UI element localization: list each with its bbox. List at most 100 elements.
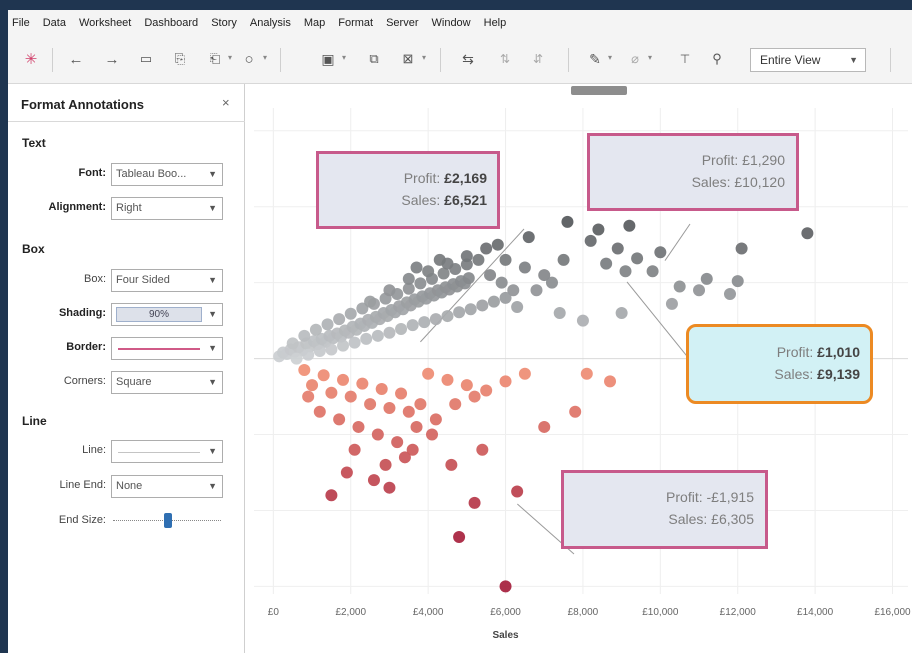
scatter-point[interactable] xyxy=(333,413,346,426)
scatter-point[interactable] xyxy=(460,250,473,263)
new-worksheet-dropdown-icon[interactable]: ▾ xyxy=(342,53,346,62)
back-arrow-icon[interactable]: ← xyxy=(64,48,88,70)
sort-ascending-icon[interactable]: ⇅ xyxy=(493,48,517,70)
add-datasource-icon[interactable]: ⎘ xyxy=(168,48,192,70)
scatter-point[interactable] xyxy=(344,390,357,403)
swap-icon[interactable]: ⇆ xyxy=(456,48,480,70)
group-icon[interactable]: ⌀ xyxy=(624,48,646,70)
scatter-point[interactable] xyxy=(580,367,593,380)
scatter-point[interactable] xyxy=(731,275,744,288)
scatter-point[interactable] xyxy=(313,345,326,357)
end-size-slider-thumb[interactable] xyxy=(164,513,172,528)
scatter-point[interactable] xyxy=(367,474,380,487)
scatter-point[interactable] xyxy=(445,458,458,471)
scatter-point[interactable] xyxy=(462,272,475,285)
scatter-point[interactable] xyxy=(453,306,466,319)
duplicate-icon[interactable]: ⧉ xyxy=(362,48,386,70)
view-size-select[interactable]: Entire View ▼ xyxy=(750,48,866,72)
scatter-point[interactable] xyxy=(491,238,504,251)
scatter-point[interactable] xyxy=(499,253,512,266)
scatter-point[interactable] xyxy=(557,253,570,266)
clear-sheet-icon[interactable]: ⊠ xyxy=(396,48,420,70)
scatter-point[interactable] xyxy=(286,337,299,350)
annotation-box[interactable]: Profit: -£1,915 Sales: £6,305 xyxy=(561,470,768,549)
scatter-point[interactable] xyxy=(499,580,512,593)
scatter-point[interactable] xyxy=(518,261,531,274)
scatter-point[interactable] xyxy=(646,265,659,278)
scatter-point[interactable] xyxy=(487,295,500,308)
scatter-point[interactable] xyxy=(371,428,384,441)
scatter-point[interactable] xyxy=(356,377,369,390)
menu-dashboard[interactable]: Dashboard xyxy=(144,17,198,29)
scatter-point[interactable] xyxy=(395,322,408,335)
scatter-point[interactable] xyxy=(654,246,667,259)
scatter-point[interactable] xyxy=(395,387,408,400)
scatter-point[interactable] xyxy=(584,234,597,247)
scatter-point[interactable] xyxy=(422,265,435,278)
pin-icon[interactable]: ⚲ xyxy=(706,48,728,70)
scatter-point[interactable] xyxy=(441,310,454,323)
scatter-point[interactable] xyxy=(576,314,589,327)
scatter-point[interactable] xyxy=(600,257,613,270)
scatter-point[interactable] xyxy=(499,291,512,304)
line-dropdown[interactable]: ▼ xyxy=(111,440,223,463)
scatter-point[interactable] xyxy=(449,398,462,411)
scatter-point[interactable] xyxy=(561,215,574,228)
scatter-point[interactable] xyxy=(337,339,350,352)
annotation-box[interactable]: Profit: £2,169 Sales: £6,521 xyxy=(316,151,500,229)
scatter-point[interactable] xyxy=(545,276,558,289)
scatter-point[interactable] xyxy=(623,219,636,232)
scatter-point[interactable] xyxy=(480,384,493,397)
scatter-point[interactable] xyxy=(468,496,481,509)
box-dropdown[interactable]: Four Sided ▼ xyxy=(111,269,223,292)
refresh-dropdown-icon[interactable]: ▾ xyxy=(263,53,267,62)
scatter-point[interactable] xyxy=(340,466,353,479)
scatter-point[interactable] xyxy=(325,489,338,502)
scatter-point[interactable] xyxy=(511,300,524,313)
menu-window[interactable]: Window xyxy=(432,17,471,29)
scatter-point[interactable] xyxy=(693,284,706,297)
menu-format[interactable]: Format xyxy=(338,17,373,29)
scatter-point[interactable] xyxy=(298,363,311,376)
scatter-point[interactable] xyxy=(410,420,423,433)
save-icon[interactable]: ▭ xyxy=(134,48,158,70)
scatter-point[interactable] xyxy=(553,307,566,320)
scatter-point[interactable] xyxy=(665,297,678,310)
view-drag-handle[interactable] xyxy=(571,86,627,95)
scatter-point[interactable] xyxy=(472,253,485,266)
scatter-point[interactable] xyxy=(321,318,334,331)
scatter-point[interactable] xyxy=(673,280,686,293)
scatter-point[interactable] xyxy=(360,332,373,345)
border-dropdown[interactable]: ▼ xyxy=(111,337,223,360)
new-worksheet-icon[interactable]: ▣ xyxy=(316,48,340,70)
scatter-point[interactable] xyxy=(476,443,489,456)
scatter-point[interactable] xyxy=(441,373,454,386)
scatter-point[interactable] xyxy=(414,277,427,290)
scatter-point[interactable] xyxy=(615,307,628,320)
scatter-point[interactable] xyxy=(375,382,388,395)
refresh-icon[interactable]: ○ xyxy=(238,48,260,70)
font-dropdown[interactable]: Tableau Boo... ▼ xyxy=(111,163,223,186)
corners-dropdown[interactable]: Square ▼ xyxy=(111,371,223,394)
scatter-point[interactable] xyxy=(460,379,473,392)
highlight-icon[interactable]: ✎ xyxy=(584,48,606,70)
annotation-box-selected[interactable]: Profit: £1,010 Sales: £9,139 xyxy=(686,324,873,404)
scatter-point[interactable] xyxy=(453,531,466,544)
shading-dropdown[interactable]: 90% ▼ xyxy=(111,303,223,326)
menu-server[interactable]: Server xyxy=(386,17,418,29)
scatter-point[interactable] xyxy=(464,303,477,316)
scatter-point[interactable] xyxy=(325,343,338,356)
scatter-point[interactable] xyxy=(631,252,644,265)
scatter-point[interactable] xyxy=(348,336,361,349)
menu-worksheet[interactable]: Worksheet xyxy=(79,17,131,29)
scatter-point[interactable] xyxy=(604,375,617,388)
scatter-point[interactable] xyxy=(414,398,427,411)
label-icon[interactable]: ⊤ xyxy=(674,48,696,70)
scatter-point[interactable] xyxy=(309,323,322,336)
menu-help[interactable]: Help xyxy=(484,17,507,29)
extract-dropdown-icon[interactable]: ▾ xyxy=(228,53,232,62)
scatter-point[interactable] xyxy=(325,386,338,399)
scatter-point[interactable] xyxy=(352,420,365,433)
highlight-dropdown-icon[interactable]: ▾ xyxy=(608,53,612,62)
sort-descending-icon[interactable]: ⇵ xyxy=(526,48,550,70)
